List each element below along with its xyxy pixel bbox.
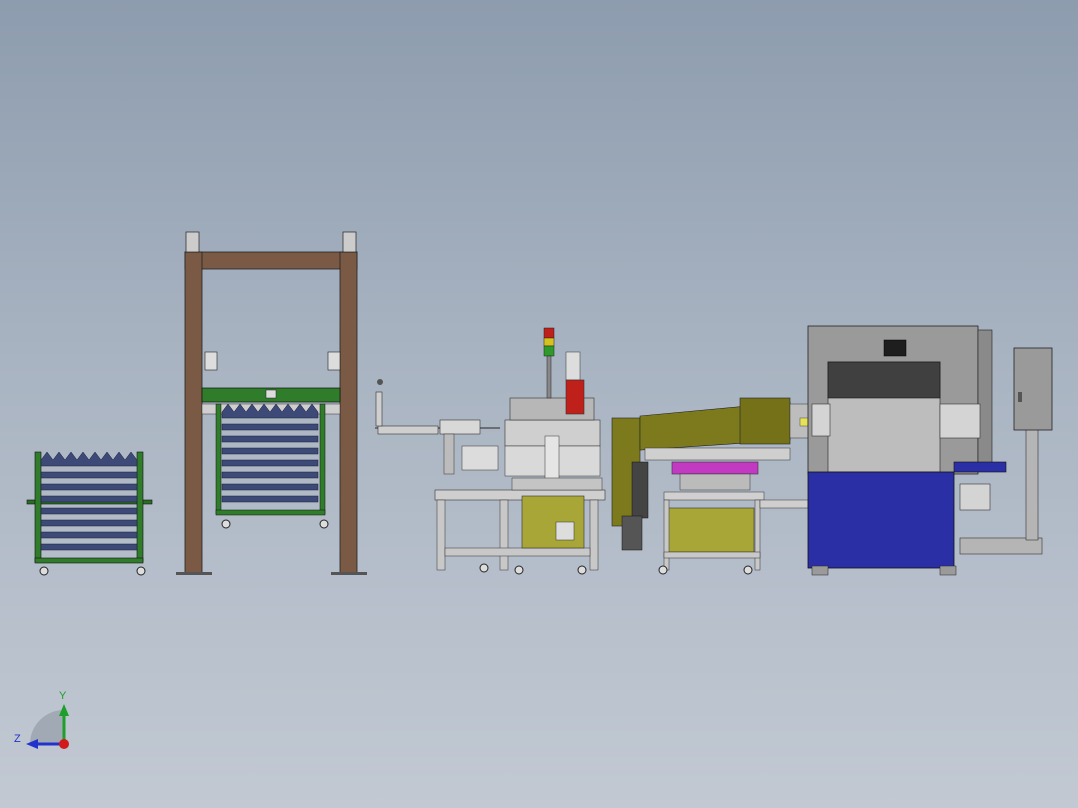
gantry-stacker[interactable] (176, 231, 367, 575)
control-cabinet[interactable] (1013, 347, 1053, 431)
rotary-station[interactable] (434, 327, 606, 575)
stacked-trays (221, 403, 319, 503)
cad-viewport[interactable]: Y Z (0, 0, 1078, 808)
feeder-conveyor[interactable] (375, 379, 500, 475)
signal-tower (543, 327, 555, 399)
z-axis-label: Z (14, 733, 21, 745)
main-machine[interactable] (807, 325, 1053, 576)
tray-cart-left[interactable] (26, 451, 153, 576)
olive-press-unit[interactable] (611, 397, 813, 575)
tray-stack (40, 451, 138, 551)
y-axis-label: Y (59, 690, 67, 702)
assembly-drawing: Y Z (14, 231, 1053, 749)
coordinate-triad: Y Z (14, 690, 69, 749)
caster-wheels (39, 566, 146, 576)
